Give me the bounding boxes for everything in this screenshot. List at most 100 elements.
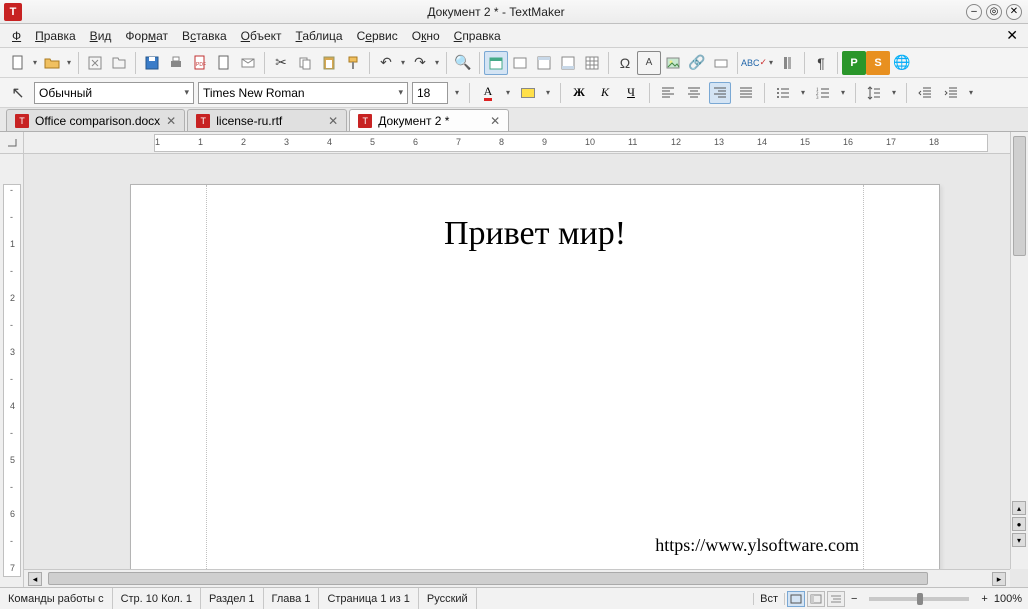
close-button[interactable]: ✕ (1006, 4, 1022, 20)
zoom-out-button[interactable]: − (847, 593, 861, 605)
new-button[interactable] (6, 51, 30, 75)
pdf-export-button[interactable]: PDF (188, 51, 212, 75)
menu-help[interactable]: Справка (448, 27, 507, 45)
format-painter-button[interactable] (341, 51, 365, 75)
menu-window[interactable]: Окно (406, 27, 446, 45)
zoom-slider[interactable] (869, 597, 969, 601)
underline-button[interactable]: Ч (620, 82, 642, 104)
document-heading[interactable]: Привет мир! (131, 215, 939, 253)
view-master-button[interactable] (807, 591, 825, 607)
insert-picture-button[interactable] (661, 51, 685, 75)
paste-button[interactable] (317, 51, 341, 75)
maximize-button[interactable]: ◎ (986, 4, 1002, 20)
align-right-button[interactable] (709, 82, 731, 104)
thesaurus-button[interactable] (776, 51, 800, 75)
redo-dropdown[interactable]: ▾ (432, 58, 442, 67)
browser-button[interactable]: 🌐 (890, 51, 914, 75)
scroll-h-thumb[interactable] (48, 572, 928, 585)
menu-format[interactable]: Формат (119, 27, 174, 45)
epub-export-button[interactable] (212, 51, 236, 75)
next-page-button[interactable]: ▾ (1012, 533, 1026, 547)
scroll-left-icon[interactable]: ◂ (28, 572, 42, 586)
tab-close-icon[interactable]: ✕ (490, 114, 500, 128)
style-combo[interactable]: Обычный▾ (34, 82, 194, 104)
numbering-dropdown[interactable]: ▾ (838, 88, 848, 97)
spellcheck-button[interactable]: ABC✓ (742, 51, 766, 75)
menu-view[interactable]: Вид (84, 27, 118, 45)
tab-license[interactable]: T license-ru.rtf ✕ (187, 109, 347, 131)
font-color-dropdown[interactable]: ▾ (503, 88, 513, 97)
prev-page-button[interactable]: ▴ (1012, 501, 1026, 515)
presentations-button[interactable]: S (866, 51, 890, 75)
insert-table-button[interactable] (580, 51, 604, 75)
zoom-in-button[interactable]: + (977, 593, 991, 605)
italic-button[interactable]: К (594, 82, 616, 104)
horizontal-ruler[interactable]: 1123456789101112131415161718 (24, 132, 1028, 153)
save-button[interactable] (140, 51, 164, 75)
size-dropdown[interactable]: ▾ (452, 88, 462, 97)
select-tool[interactable]: ↖ (6, 81, 30, 105)
undo-dropdown[interactable]: ▾ (398, 58, 408, 67)
insert-object-button[interactable] (709, 51, 733, 75)
new-dropdown[interactable]: ▾ (30, 58, 40, 67)
align-center-button[interactable] (683, 82, 705, 104)
font-color-button[interactable]: A (477, 82, 499, 104)
linespacing-button[interactable] (863, 82, 885, 104)
font-combo[interactable]: Times New Roman▾ (198, 82, 408, 104)
numbering-button[interactable]: 123 (812, 82, 834, 104)
align-justify-button[interactable] (735, 82, 757, 104)
tab-close-icon[interactable]: ✕ (166, 114, 176, 128)
horizontal-scrollbar[interactable]: ◂ ▸ (24, 569, 1010, 587)
vertical-scrollbar[interactable]: ▴ ● ▾ (1010, 132, 1028, 569)
linespacing-dropdown[interactable]: ▾ (889, 88, 899, 97)
menu-table[interactable]: Таблица (290, 27, 349, 45)
scroll-right-icon[interactable]: ▸ (992, 572, 1006, 586)
file-manager-button[interactable] (107, 51, 131, 75)
tab-document2[interactable]: T Документ 2 * ✕ (349, 109, 509, 131)
view-outline-button[interactable] (827, 591, 845, 607)
bullets-button[interactable] (772, 82, 794, 104)
insert-symbol-button[interactable]: Ω (613, 51, 637, 75)
copy-button[interactable] (293, 51, 317, 75)
insert-link-button[interactable]: 🔗 (685, 51, 709, 75)
highlight-dropdown[interactable]: ▾ (543, 88, 553, 97)
insert-textframe-button[interactable]: A (637, 51, 661, 75)
document-area[interactable]: Привет мир! https://www.ylsoftware.com ◂… (24, 154, 1028, 587)
tab-close-icon[interactable]: ✕ (328, 114, 338, 128)
email-button[interactable] (236, 51, 260, 75)
close-doc-button[interactable] (83, 51, 107, 75)
insert-field-button[interactable] (508, 51, 532, 75)
bold-button[interactable]: Ж (568, 82, 590, 104)
insert-footer-button[interactable] (556, 51, 580, 75)
zoom-level[interactable]: 100% (994, 593, 1022, 605)
indent-dropdown[interactable]: ▾ (966, 88, 976, 97)
bullets-dropdown[interactable]: ▾ (798, 88, 808, 97)
highlight-button[interactable] (517, 82, 539, 104)
open-button[interactable] (40, 51, 64, 75)
print-button[interactable] (164, 51, 188, 75)
view-normal-button[interactable] (787, 591, 805, 607)
vertical-ruler[interactable]: --1-2-3-4-5-6-7 (0, 154, 24, 587)
menu-service[interactable]: Сервис (351, 27, 404, 45)
minimize-button[interactable]: – (966, 4, 982, 20)
open-dropdown[interactable]: ▾ (64, 58, 74, 67)
nonprinting-button[interactable]: ¶ (809, 51, 833, 75)
planmaker-button[interactable]: P (842, 51, 866, 75)
align-left-button[interactable] (657, 82, 679, 104)
menu-insert[interactable]: Вставка (176, 27, 233, 45)
document-url[interactable]: https://www.ylsoftware.com (655, 535, 859, 556)
insert-header-button[interactable] (532, 51, 556, 75)
undo-button[interactable]: ↶ (374, 51, 398, 75)
menu-close-doc[interactable]: ✕ (1002, 27, 1022, 44)
goto-button[interactable]: ● (1012, 517, 1026, 531)
size-combo[interactable]: 18 (412, 82, 448, 104)
tab-office-comparison[interactable]: T Office comparison.docx ✕ (6, 109, 185, 131)
status-insert-mode[interactable]: Вст (753, 593, 785, 605)
scroll-v-thumb[interactable] (1013, 136, 1026, 256)
find-button[interactable]: 🔍 (451, 51, 475, 75)
status-language[interactable]: Русский (419, 588, 477, 609)
spellcheck-dropdown[interactable]: ▾ (766, 58, 776, 67)
increase-indent-button[interactable] (940, 82, 962, 104)
menu-edit[interactable]: Правка (29, 27, 82, 45)
insert-date-button[interactable] (484, 51, 508, 75)
